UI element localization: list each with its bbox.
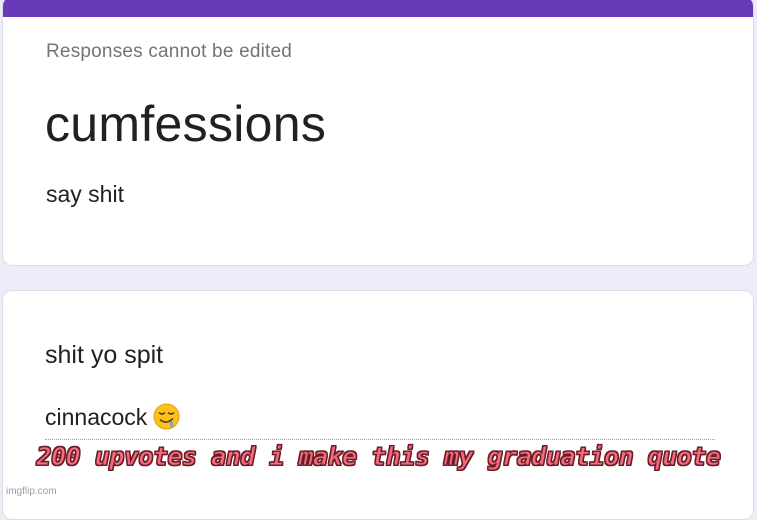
answer-field[interactable]: cinnacock (45, 403, 715, 440)
form-title: cumfessions (45, 96, 327, 152)
meme-caption: 200 upvotes and i make this my graduatio… (36, 442, 721, 472)
question-title: shit yo spit (45, 341, 164, 369)
answer-text: cinnacock (45, 404, 148, 430)
form-accent-bar (3, 0, 753, 17)
question-card: shit yo spit cinnacock (2, 290, 754, 520)
form-description: say shit (46, 181, 124, 207)
drooling-face-emoji-icon (153, 403, 180, 430)
imgflip-watermark: imgflip.com (6, 486, 57, 497)
form-header-card: Responses cannot be edited cumfessions s… (2, 0, 754, 266)
responses-notice: Responses cannot be edited (46, 41, 293, 62)
